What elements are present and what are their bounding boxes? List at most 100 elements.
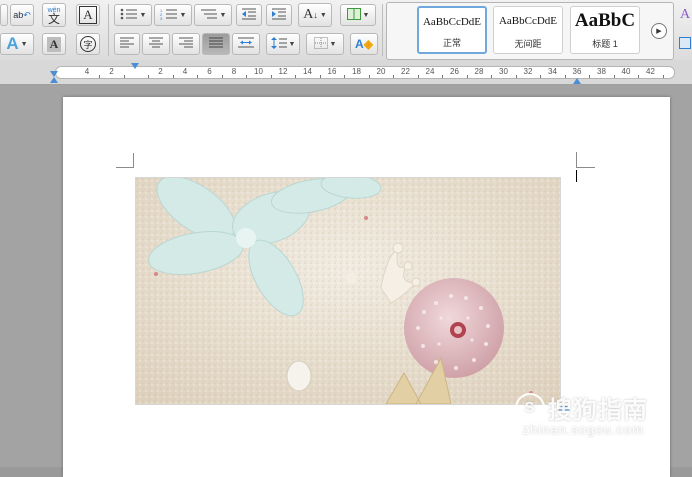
inserted-picture[interactable]: [135, 177, 561, 405]
style-heading-1[interactable]: AaBbC 标题 1: [570, 6, 640, 54]
ribbon-scroll-left[interactable]: [0, 4, 8, 26]
align-right-button[interactable]: [172, 33, 200, 55]
sogou-logo-icon: S: [515, 392, 545, 423]
char-border-label: A: [79, 6, 97, 24]
ruler-tick: [221, 75, 223, 78]
ruler-tick: [638, 75, 640, 78]
line-spacing-button[interactable]: ▼: [266, 33, 300, 55]
character-shading-button[interactable]: A: [42, 33, 66, 55]
borders-button[interactable]: ▼: [306, 33, 344, 55]
crop-mark: [576, 152, 577, 168]
ruler-tick: [491, 75, 493, 78]
increase-indent-button[interactable]: [266, 4, 292, 26]
crop-mark: [576, 167, 595, 168]
ruler-tick: [344, 75, 346, 78]
horizontal-ruler[interactable]: 4 2 2 4 6 8 10 12 14 16 18 20 22 24 26 28 30 32 34 36 38 40 42: [55, 66, 675, 79]
right-indent-marker[interactable]: [573, 78, 581, 84]
style-name: 无间距: [514, 39, 542, 49]
text-style-icon[interactable]: A: [678, 4, 692, 26]
change-styles-icon[interactable]: [678, 33, 692, 53]
wen-button[interactable]: wén 文: [42, 3, 66, 27]
ruler-tick: [172, 75, 174, 78]
columns-button[interactable]: ▼: [340, 4, 376, 26]
style-preview: AaBbC: [574, 10, 636, 31]
style-preview: AaBbCcDdE: [498, 15, 558, 27]
decrease-indent-icon: [241, 8, 257, 23]
ruler-tick: [442, 75, 444, 78]
ruler-number: 4: [84, 67, 90, 76]
ruler-number: 40: [621, 67, 631, 76]
character-border-button[interactable]: A: [76, 4, 100, 26]
ruler-number: 34: [548, 67, 557, 76]
ruler-number: 20: [376, 67, 386, 76]
style-normal[interactable]: AaBbCcDdE 正常: [417, 6, 487, 54]
multilevel-list-icon: [200, 8, 218, 23]
phonetic-guide-button[interactable]: ab↶: [10, 4, 34, 26]
document-page[interactable]: S 搜狗指南 zhinan.sogou.com: [63, 97, 670, 477]
watermark-text: 搜狗指南: [548, 397, 648, 424]
ruler-tick: [246, 75, 248, 78]
ruler-number: 32: [523, 67, 533, 76]
ruler-number: 12: [278, 67, 288, 76]
crop-mark: [116, 167, 134, 168]
multilevel-list-button[interactable]: ▼: [194, 4, 232, 26]
text-effects-button[interactable]: A ▼: [0, 33, 34, 55]
left-indent-marker[interactable]: [131, 63, 139, 69]
ruler-tick: [540, 75, 542, 78]
ruler-tick: [613, 75, 615, 78]
crop-mark: [133, 153, 134, 168]
ruler-tick: [197, 75, 199, 78]
numbering-button[interactable]: 123 ▼: [154, 4, 192, 26]
align-left-button[interactable]: [114, 33, 140, 55]
style-no-spacing[interactable]: AaBbCcDdE 无间距: [493, 6, 563, 54]
ruler-number: 38: [597, 67, 606, 76]
ruler-tick: [515, 75, 517, 78]
justify-button[interactable]: [202, 33, 230, 55]
wen-char: 文: [47, 12, 60, 26]
sort-text-button[interactable]: A↓ ▼: [298, 3, 332, 27]
separator: [382, 4, 383, 56]
ruler-tick: [270, 75, 272, 78]
ruler-number: 14: [303, 67, 312, 76]
ruler-number: 36: [572, 67, 582, 76]
distributed-icon: [238, 37, 254, 51]
hanging-indent-marker[interactable]: [50, 77, 58, 83]
ruler-number: 24: [425, 67, 435, 76]
styles-next-icon[interactable]: ▶: [651, 23, 667, 39]
increase-indent-icon: [271, 8, 287, 23]
align-left-icon: [120, 37, 134, 51]
ribbon-toolbar: ab↶ wén 文 A ▼ 123 ▼ ▼ A↓ ▼ ▼ A ▼ A 字 ▼ ▼…: [0, 0, 692, 61]
text-effects-icon: A: [6, 34, 19, 53]
ruler-number: 4: [182, 67, 188, 76]
style-name: 正常: [442, 38, 461, 48]
distributed-button[interactable]: [232, 33, 260, 55]
shading-button[interactable]: A◈: [350, 33, 378, 55]
styles-gallery: AaBbCcDdE 正常 AaBbCcDdE 无间距 AaBbC 标题 1 ▶: [386, 2, 674, 60]
ruler-tick: [148, 75, 150, 78]
numbered-list-icon: 123: [160, 8, 178, 23]
text-cursor: [576, 170, 577, 182]
ruler-number: 42: [646, 67, 655, 76]
align-center-button[interactable]: [142, 33, 170, 55]
align-right-icon: [179, 37, 193, 51]
chevron-down-icon: ▼: [139, 11, 147, 19]
beach-shell-photo: [136, 178, 560, 404]
ruler-number: 18: [352, 67, 361, 76]
ruler-number: 28: [474, 67, 484, 76]
ruler-number: 26: [450, 67, 459, 76]
ruler-bar: 4 2 2 4 6 8 10 12 14 16 18 20 22 24 26 28 30 32 34 36 38 40 42: [0, 60, 692, 85]
decrease-indent-button[interactable]: [236, 4, 262, 26]
sort-icon: A↓: [303, 7, 318, 22]
style-preview: AaBbCcDdE: [422, 16, 482, 28]
chevron-down-icon: ▼: [20, 40, 28, 48]
watermark-url: zhinan.sogou.com: [522, 422, 644, 437]
ruler-tick: [589, 75, 591, 78]
ruler-number: 2: [158, 67, 163, 76]
line-spacing-icon: [270, 36, 287, 52]
chevron-down-icon: ▼: [219, 11, 227, 19]
enclose-characters-button[interactable]: 字: [76, 33, 100, 55]
bullet-list-icon: [120, 8, 138, 23]
ruler-tick: [466, 75, 468, 78]
bullets-button[interactable]: ▼: [114, 4, 152, 26]
ruler-number: 22: [401, 67, 410, 76]
